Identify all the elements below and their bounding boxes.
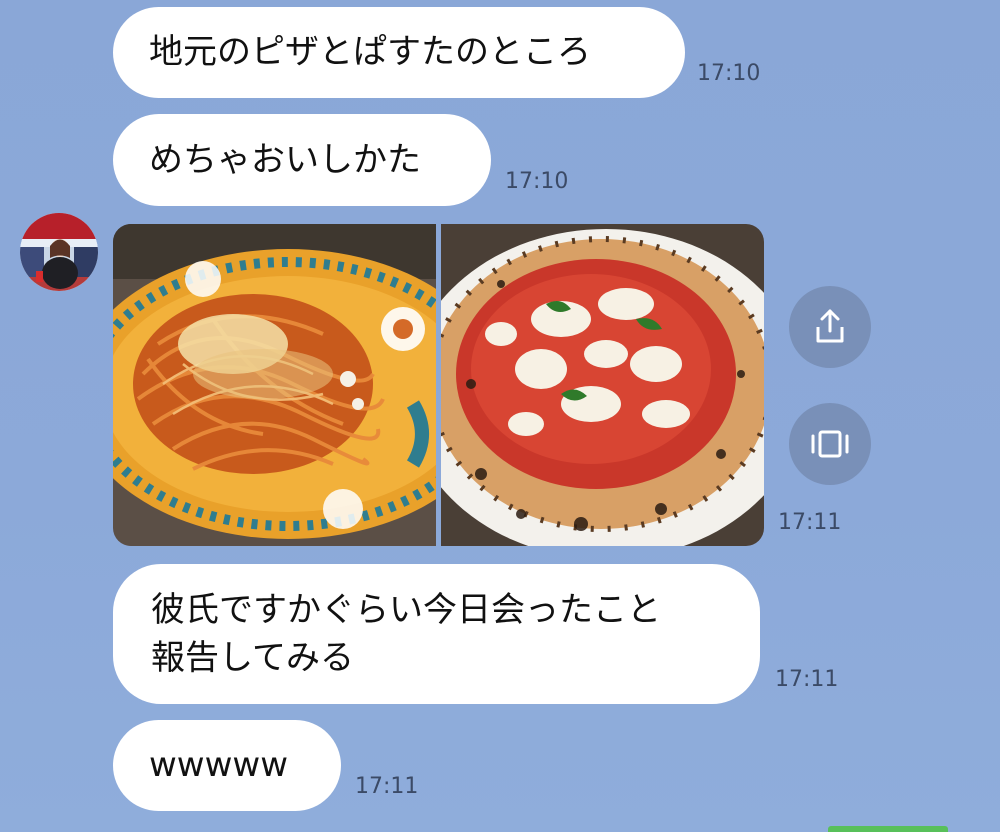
message-time: 17:10 [697, 61, 761, 86]
message-bubble[interactable]: めちゃおいしかた [113, 114, 491, 206]
message-time: 17:11 [775, 667, 839, 692]
message-text: wwwww [149, 745, 289, 785]
message-text: 彼氏ですかぐらい今日会ったこと 報告してみる [151, 590, 661, 678]
album-button[interactable] [789, 403, 871, 485]
message-bubble[interactable]: 彼氏ですかぐらい今日会ったこと 報告してみる [113, 564, 760, 704]
share-icon [816, 309, 844, 343]
pizza-image [441, 224, 764, 546]
sender-avatar[interactable] [20, 213, 98, 291]
pizza-photo[interactable] [441, 224, 764, 546]
message-time: 17:11 [355, 774, 419, 799]
share-button[interactable] [789, 286, 871, 368]
message-time: 17:10 [505, 169, 569, 194]
message-text: めちゃおいしかた [149, 140, 421, 180]
album-icon [811, 430, 849, 458]
pasta-photo[interactable] [113, 224, 436, 546]
message-bubble[interactable]: 地元のピザとぱすたのところ [113, 7, 685, 98]
avatar-image [20, 213, 98, 291]
message-bubble[interactable]: wwwww [113, 720, 341, 811]
input-bar-edge [828, 826, 948, 832]
chat-area[interactable]: 地元のピザとぱすたのところ 17:10 めちゃおいしかた 17:10 17:11… [0, 0, 1000, 832]
message-text: 地元のピザとぱすたのところ [149, 32, 591, 72]
photo-time: 17:11 [778, 510, 842, 535]
pasta-image [113, 224, 436, 546]
